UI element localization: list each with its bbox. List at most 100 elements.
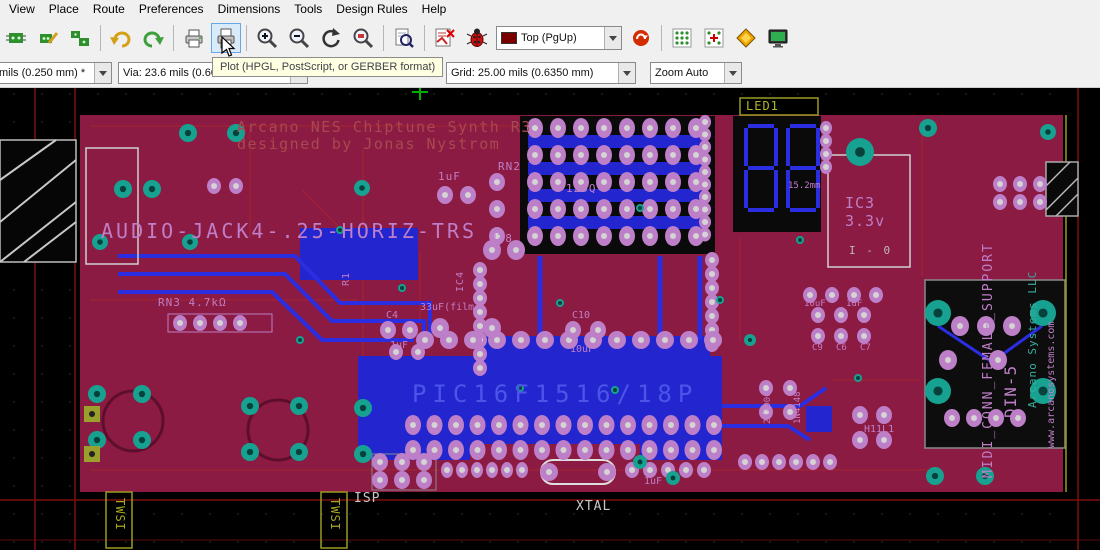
grid-dot	[265, 93, 266, 94]
pad-drill	[957, 323, 963, 329]
pad-drill	[400, 286, 404, 290]
pad-drill	[798, 238, 802, 242]
find-button[interactable]	[389, 23, 419, 53]
toolbar-separator	[424, 25, 425, 51]
pad-drill	[711, 447, 717, 453]
pad-drill	[1017, 181, 1023, 187]
pad-drill	[237, 320, 243, 326]
pad-drill	[670, 206, 676, 212]
netlist-button[interactable]	[430, 23, 460, 53]
pad-drill	[742, 459, 748, 465]
viewer-3d-button[interactable]	[763, 23, 793, 53]
pad-drill	[421, 459, 427, 465]
grid-settings-button[interactable]	[667, 23, 697, 53]
grid-dot	[433, 541, 434, 542]
redraw-button[interactable]	[316, 23, 346, 53]
grid-dot	[237, 93, 238, 94]
zoom-select[interactable]: Zoom Auto	[650, 62, 742, 84]
pad-drill	[539, 447, 545, 453]
pcb-label: 10uF	[804, 299, 826, 309]
menu-place[interactable]: Place	[42, 1, 86, 17]
pad-drill	[139, 391, 145, 397]
swap-layer-button[interactable]	[626, 23, 656, 53]
pad-drill	[823, 138, 829, 144]
grid-dot	[993, 541, 994, 542]
redo-button[interactable]	[138, 23, 168, 53]
track-width-select[interactable]: mils (0.250 mm) *	[0, 62, 112, 84]
pad-drill	[570, 327, 576, 333]
pad-drill	[670, 125, 676, 131]
zoom-in-button[interactable]	[252, 23, 282, 53]
grid-dot	[13, 429, 14, 430]
pad-drill	[710, 337, 716, 343]
undo-button[interactable]	[106, 23, 136, 53]
zoom-out-button[interactable]	[284, 23, 314, 53]
grid-dot	[797, 541, 798, 542]
pad-drill	[702, 119, 708, 125]
pad-drill	[407, 327, 413, 333]
grid-origin-button[interactable]	[699, 23, 729, 53]
pcb-label: Arcano Systems LLC	[1026, 271, 1039, 408]
menu-dimensions[interactable]: Dimensions	[211, 1, 288, 17]
microwave-tools-button[interactable]	[731, 23, 761, 53]
undo-icon	[109, 26, 133, 50]
pad-drill	[604, 469, 610, 475]
grid-dot	[937, 513, 938, 514]
grid-dot	[489, 93, 490, 94]
pad-drill	[670, 179, 676, 185]
grid-dot	[657, 513, 658, 514]
pad-drill	[601, 233, 607, 239]
pcb-label: H11L1	[864, 424, 894, 435]
menu-help[interactable]: Help	[415, 1, 454, 17]
grid-size-select[interactable]: Grid: 25.00 mils (0.6350 mm)	[446, 62, 636, 84]
print-button[interactable]	[179, 23, 209, 53]
pad-drill	[702, 144, 708, 150]
menu-tools[interactable]: Tools	[287, 1, 329, 17]
redo-icon	[141, 26, 165, 50]
module-editor-icon	[36, 26, 60, 50]
pad-drill	[945, 357, 951, 363]
menu-route[interactable]: Route	[86, 1, 132, 17]
grid-dot	[321, 93, 322, 94]
pcb-canvas[interactable]: Arcano NES Chiptune Synth R3designed by …	[0, 88, 1100, 550]
grid-dot	[881, 541, 882, 542]
erc-bug-button[interactable]	[462, 23, 492, 53]
grid-dot	[517, 513, 518, 514]
grid-dot	[237, 541, 238, 542]
module-editor-button[interactable]	[33, 23, 63, 53]
grid-dot	[573, 541, 574, 542]
pad-drill	[496, 447, 502, 453]
viewer-3d-icon	[766, 26, 790, 50]
toolbar-separator	[661, 25, 662, 51]
grid-dot	[349, 541, 350, 542]
module-browser-button[interactable]	[65, 23, 95, 53]
layer-select[interactable]: Top (PgUp)	[496, 26, 622, 50]
pad-drill	[555, 125, 561, 131]
pad-drill	[89, 411, 95, 417]
pad-drill	[709, 285, 715, 291]
footprint-mode-button[interactable]	[1, 23, 31, 53]
menu-view[interactable]: View	[2, 1, 42, 17]
pad-drill	[1017, 199, 1023, 205]
pad-drill	[925, 125, 931, 131]
pad-drill	[638, 206, 642, 210]
pad-drill	[120, 186, 126, 192]
zoom-fit-button[interactable]	[348, 23, 378, 53]
pad-drill	[702, 232, 708, 238]
pad-drill	[561, 422, 567, 428]
pad-drill	[1037, 199, 1043, 205]
pad-drill	[477, 365, 483, 371]
grid-dot	[601, 541, 602, 542]
pad-drill	[555, 233, 561, 239]
grid-dot	[69, 345, 70, 346]
menu-preferences[interactable]: Preferences	[132, 1, 211, 17]
pad-drill	[422, 337, 428, 343]
grid-dot	[1021, 513, 1022, 514]
grid-dot	[769, 541, 770, 542]
pad-drill	[614, 337, 620, 343]
footprint-icon	[4, 26, 28, 50]
menu-design-rules[interactable]: Design Rules	[329, 1, 414, 17]
pcb-label: 1uF	[846, 299, 862, 309]
grid-dot	[741, 541, 742, 542]
pad-drill	[475, 422, 481, 428]
